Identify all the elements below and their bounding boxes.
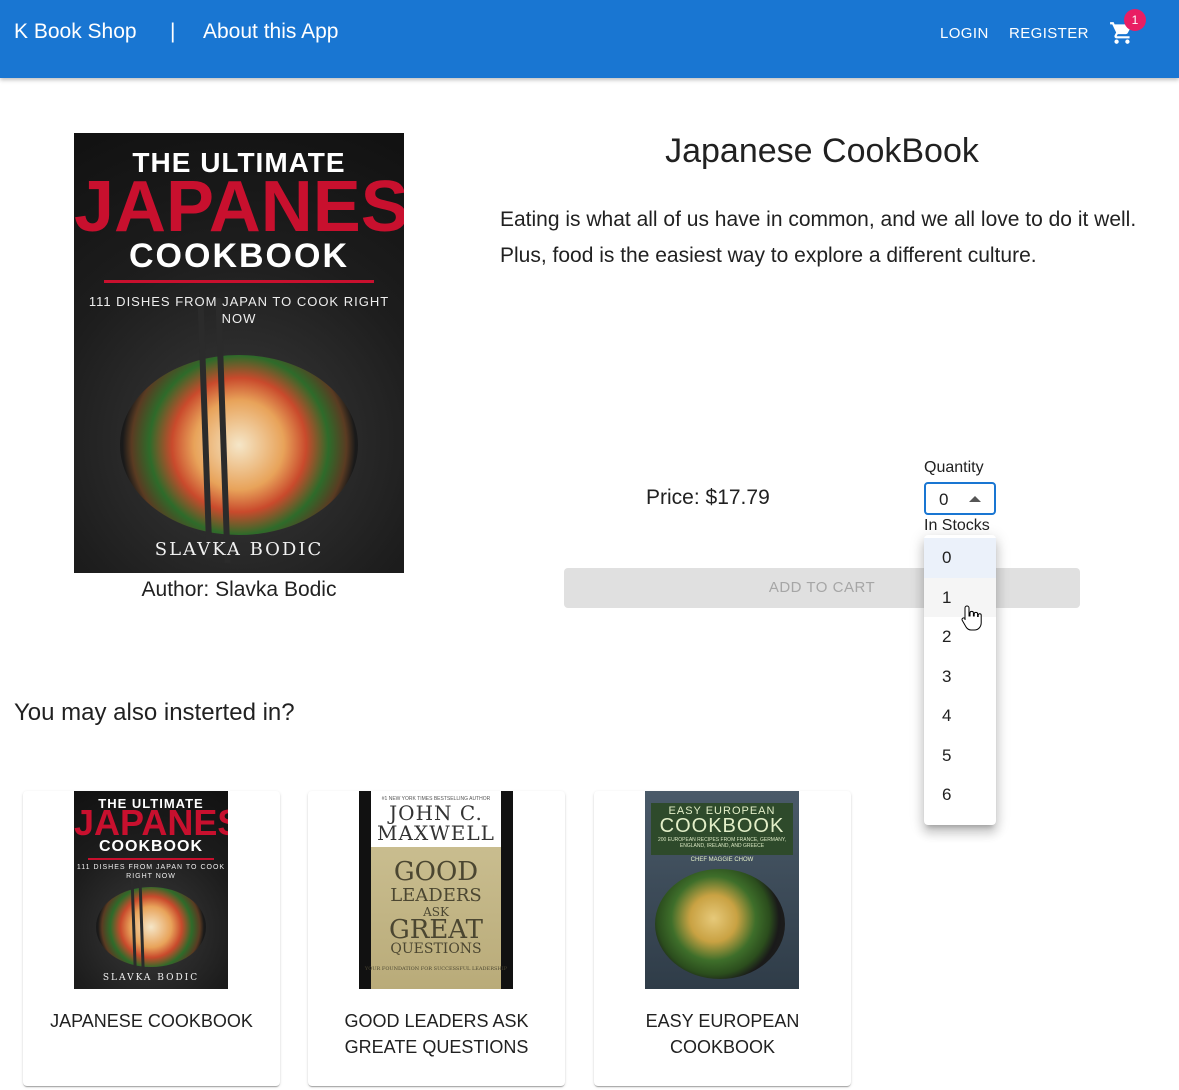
hand-pointer-cursor-icon [961, 605, 982, 631]
recommendations-heading: You may also insterted in? [14, 699, 295, 726]
about-link[interactable]: About this App [203, 20, 338, 44]
cover-line-4: 111 DISHES FROM JAPAN TO COOK RIGHT NOW [88, 294, 390, 326]
login-button[interactable]: LOGIN [940, 25, 989, 42]
cover-line-4: 111 DISHES FROM JAPAN TO COOK RIGHT NOW [76, 864, 226, 880]
book-cover-image: #1 NEW YORK TIMES BESTSELLING AUTHOR JOH… [359, 791, 513, 989]
recommendation-card[interactable]: #1 NEW YORK TIMES BESTSELLING AUTHOR JOH… [308, 791, 565, 1086]
cover-food-bowl [120, 355, 358, 535]
cover-subtitle: YOUR FOUNDATION FOR SUCCESSFUL LEADERSHI… [364, 966, 508, 972]
card-title: JAPANESE COOKBOOK [50, 1011, 253, 1031]
cover-line-3: COOKBOOK [99, 838, 203, 855]
app-bar: K Book Shop | About this App LOGIN REGIS… [0, 0, 1179, 78]
cover-title-word: GOOD [393, 857, 479, 887]
cover-author: CHEF MAGGIE CHOW [690, 857, 754, 863]
card-title: EASY EUROPEAN COOKBOOK [645, 1011, 800, 1057]
cover-line-3: 200 EUROPEAN RECIPES FROM FRANCE, GERMAN… [658, 837, 786, 849]
cover-rule [103, 280, 375, 283]
cover-author: JOHN C. MAXWELL [377, 801, 495, 845]
quantity-value: 0 [939, 490, 949, 509]
recommendation-card[interactable]: EASY EUROPEAN COOKBOOK 200 EUROPEAN RECI… [594, 791, 851, 1086]
quantity-dropdown-menu: 0 1 2 3 4 5 6 [924, 535, 996, 825]
cover-rule [87, 858, 215, 860]
cover-line-2: JAPANESE [74, 167, 404, 247]
book-cover-image: EASY EUROPEAN COOKBOOK 200 EUROPEAN RECI… [645, 791, 799, 989]
product-price: Price: $17.79 [646, 486, 770, 509]
stock-label: In Stocks [924, 517, 990, 531]
cover-author: SLAVKA BODIC [154, 539, 324, 560]
product-author: Author: Slavka Bodic [141, 578, 337, 601]
cover-line-3: COOKBOOK [129, 237, 349, 275]
register-button[interactable]: REGISTER [1009, 25, 1089, 42]
cover-title-word: LEADERS [390, 885, 482, 906]
quantity-option[interactable]: 5 [924, 736, 996, 776]
quantity-label: Quantity [924, 459, 984, 476]
product-description: Eating is what all of us have in common,… [500, 208, 1137, 267]
card-title: GOOD LEADERS ASK GREATE QUESTIONS [344, 1011, 529, 1057]
quantity-option[interactable]: 3 [924, 657, 996, 697]
cover-line-2: JAPANESE [74, 802, 228, 843]
quantity-option[interactable]: 0 [924, 538, 996, 578]
cover-food-bowl [95, 887, 207, 967]
add-to-cart-button[interactable]: ADD TO CART [564, 568, 1080, 608]
recommendation-card[interactable]: THE ULTIMATE JAPANESE COOKBOOK 111 DISHE… [23, 791, 280, 1086]
cover-line-2: COOKBOOK [659, 815, 785, 837]
quantity-option[interactable]: 6 [924, 775, 996, 815]
product-title: Japanese CookBook [665, 132, 979, 170]
cover-food-pan [655, 869, 785, 979]
cart-count-badge: 1 [1124, 9, 1146, 31]
nav-separator: | [170, 20, 176, 43]
cover-title-word: QUESTIONS [390, 941, 482, 957]
arrow-drop-up-icon [969, 496, 981, 502]
cover-author: SLAVKA BODIC [102, 973, 200, 983]
brand-link[interactable]: K Book Shop [14, 20, 137, 44]
product-cover-image: THE ULTIMATE JAPANESE COOKBOOK 111 DISHE… [74, 133, 404, 573]
book-cover-image: THE ULTIMATE JAPANESE COOKBOOK 111 DISHE… [74, 791, 228, 989]
quantity-option[interactable]: 4 [924, 696, 996, 736]
quantity-select[interactable]: 0 [924, 482, 996, 515]
